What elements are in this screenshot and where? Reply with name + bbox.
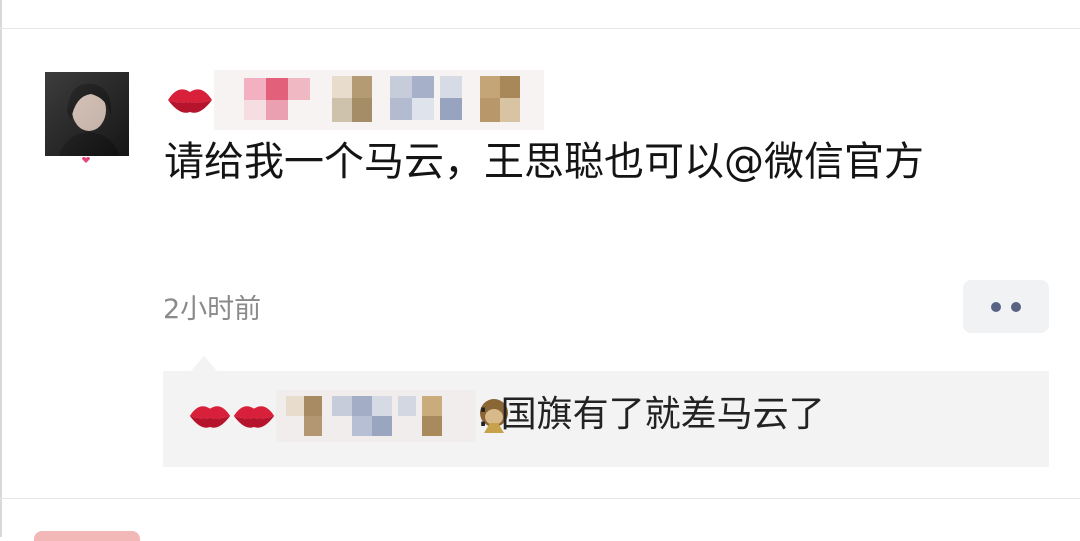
comment-text: 请给我一个马云，王思聪也可以@微信官方 (164, 139, 924, 185)
next-comment-avatar[interactable] (34, 531, 140, 541)
username-blurred[interactable] (166, 70, 544, 130)
left-edge-border (0, 0, 2, 537)
bottom-divider (0, 498, 1080, 499)
avatar[interactable] (45, 72, 129, 156)
reply-content: 国旗有了就差马云了 (500, 394, 825, 435)
comment-timestamp: 2小时前 (163, 294, 262, 325)
more-options-button[interactable] (963, 280, 1049, 333)
lips-icon (168, 89, 212, 113)
lips-icon (189, 406, 231, 428)
reply-username-mosaic (276, 390, 476, 442)
reply-username-blurred[interactable] (188, 390, 512, 442)
heart-icon (82, 157, 90, 163)
reply-pointer (190, 356, 218, 372)
username-mosaic (214, 70, 544, 130)
lips-icon (233, 406, 275, 428)
more-dots-icon (991, 301, 1001, 312)
reply-text: : 国旗有了就差马云了 (477, 393, 825, 437)
top-divider (0, 28, 1080, 29)
more-dots-icon (1011, 301, 1021, 312)
reply-separator: : (477, 394, 490, 435)
avatar-photo (45, 72, 129, 156)
